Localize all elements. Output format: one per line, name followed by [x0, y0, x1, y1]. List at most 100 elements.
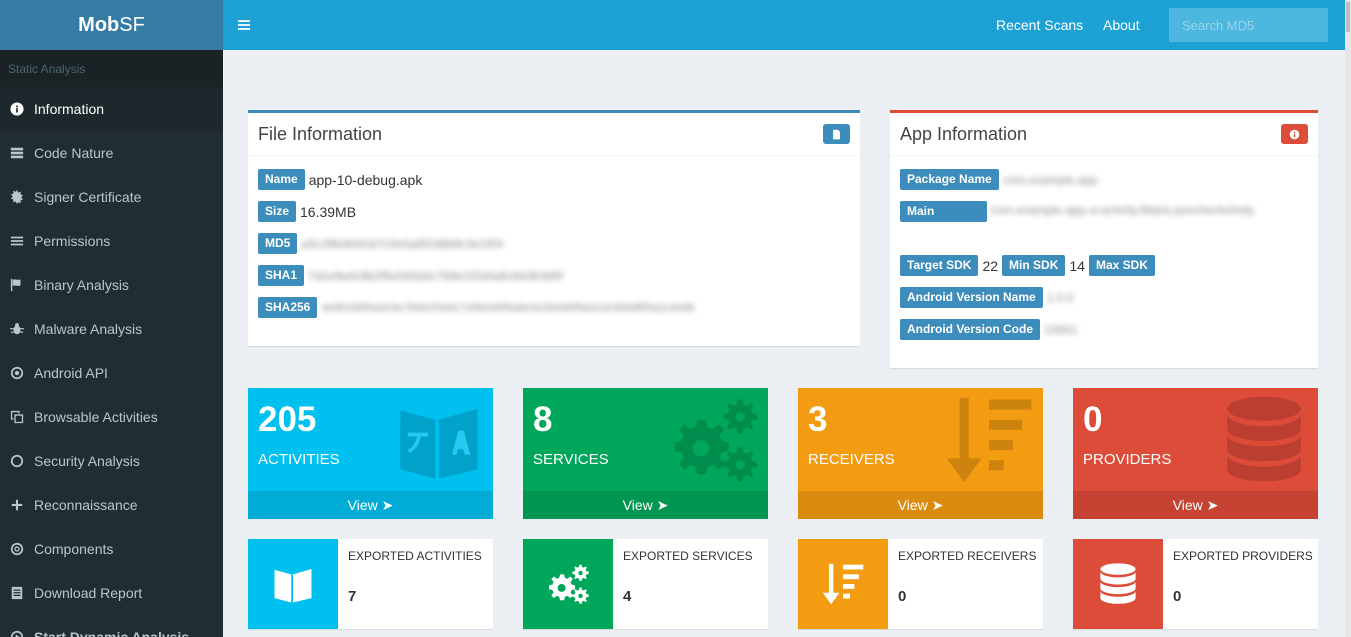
- info-circle-icon: [1289, 129, 1300, 140]
- bug-icon: [10, 322, 34, 336]
- sidebar-section-header: Static Analysis: [0, 50, 223, 87]
- box-title: App Information: [900, 123, 1028, 144]
- sidebar-item-label: Security Analysis: [34, 453, 140, 469]
- sidebar-item-label: Reconnaissance: [34, 497, 138, 513]
- app-logo[interactable]: Mob SF: [0, 0, 223, 50]
- target-sdk-label: Target SDK: [900, 255, 979, 276]
- activities-tile: 205 ACTIVITIES View ➤: [248, 388, 493, 519]
- info-icon: [10, 102, 34, 116]
- md5-row: MD5 a3c2f8e9d41b7c0e5a6f2d8b9c3e1f04: [258, 233, 507, 254]
- arrow-circle-right-icon: ➤: [1206, 497, 1219, 513]
- sidebar-item-reconnaissance[interactable]: Reconnaissance: [0, 483, 223, 527]
- scrollbar-thumb[interactable]: [1346, 2, 1350, 32]
- clone-icon: [10, 410, 34, 424]
- sidebar-item-label: Malware Analysis: [34, 321, 143, 337]
- dot-circle-icon: [10, 366, 34, 380]
- language-icon: [248, 539, 338, 629]
- file-size-value: 16.39MB: [300, 203, 357, 220]
- sdk-row: Target SDK 22 Min SDK 14 Max SDK: [900, 255, 1159, 276]
- exported-services-box: EXPORTED SERVICES 4: [523, 539, 768, 629]
- bullseye-icon: [10, 542, 34, 556]
- arrow-circle-right-icon: ➤: [381, 497, 394, 513]
- sidebar-item-malware-analysis[interactable]: Malware Analysis: [0, 307, 223, 351]
- sidebar-item-security-analysis[interactable]: Security Analysis: [0, 439, 223, 483]
- max-sdk-label: Max SDK: [1088, 255, 1155, 276]
- flag-icon: [10, 278, 34, 292]
- providers-count: 0: [1083, 400, 1103, 439]
- search-md5-input[interactable]: [1169, 8, 1328, 42]
- sidebar-item-label: Permissions: [34, 233, 111, 249]
- certificate-icon: [10, 190, 34, 204]
- exported-services-label: EXPORTED SERVICES: [623, 549, 753, 563]
- sidebar-item-label: Components: [34, 541, 114, 557]
- sidebar-item-label: Signer Certificate: [34, 189, 142, 205]
- package-name-value: com.example.app: [1002, 172, 1098, 187]
- language-icon: [393, 394, 485, 486]
- activities-view-link[interactable]: View ➤: [248, 491, 493, 519]
- sidebar-item-signer-certificate[interactable]: Signer Certificate: [0, 175, 223, 219]
- main-activity-row: Main Activity com.example.app.ui.activity…: [900, 201, 1310, 239]
- sha256-label: SHA256: [258, 297, 318, 318]
- services-count: 8: [533, 400, 553, 439]
- sha256-row: SHA256 4e8b2d6f0a3c5e7b9d1f3a5c7e9b2d4f6a…: [258, 297, 699, 318]
- hamburger-icon: [237, 18, 251, 32]
- sidebar-toggle-button[interactable]: [223, 0, 265, 50]
- exported-receivers-label: EXPORTED RECEIVERS: [898, 549, 1037, 563]
- sidebar-item-label: Code Nature: [34, 145, 114, 161]
- sidebar-item-label: Start Dynamic Analysis: [34, 629, 190, 637]
- receivers-tile: 3 RECEIVERS View ➤: [798, 388, 1043, 519]
- version-name-label: Android Version Name: [900, 287, 1043, 308]
- page-scrollbar[interactable]: [1345, 0, 1351, 637]
- top-navbar: Recent Scans About: [223, 0, 1351, 50]
- sidebar-item-start-dynamic-analysis[interactable]: Start Dynamic Analysis: [0, 615, 223, 637]
- sidebar-item-label: Download Report: [34, 585, 143, 601]
- recent-scans-link[interactable]: Recent Scans: [996, 17, 1083, 33]
- version-name-row: Android Version Name 1.0.0: [900, 287, 1077, 308]
- exported-activities-count: 7: [348, 588, 357, 605]
- sha1-label: SHA1: [258, 265, 305, 286]
- providers-view-link[interactable]: View ➤: [1073, 491, 1318, 519]
- sidebar-item-information[interactable]: Information: [0, 87, 223, 131]
- sidebar-item-components[interactable]: Components: [0, 527, 223, 571]
- md5-value: a3c2f8e9d41b7c0e5a6f2d8b9c3e1f04: [301, 236, 503, 251]
- arrow-circle-right-icon: ➤: [931, 497, 944, 513]
- file-icon: [831, 129, 842, 140]
- version-code-value: 10001: [1044, 322, 1078, 337]
- sort-amount-down-icon: [943, 394, 1035, 486]
- cogs-icon: [668, 394, 760, 486]
- plus-icon: [10, 498, 34, 512]
- file-size-row: Size 16.39MB: [258, 201, 360, 222]
- receivers-count: 3: [808, 400, 828, 439]
- sort-amount-down-icon: [798, 539, 888, 629]
- sha1-row: SHA1 7d1e9a4c8b2f6e0d3a5c7b9e1f2d4a6c8e0b…: [258, 265, 567, 286]
- main-activity-value: com.example.app.ui.activity.MainLauncher…: [990, 203, 1255, 217]
- target-sdk-value: 22: [982, 257, 999, 274]
- activities-label: ACTIVITIES: [258, 451, 340, 468]
- about-link[interactable]: About: [1103, 17, 1140, 33]
- receivers-view-link[interactable]: View ➤: [798, 491, 1043, 519]
- sidebar-item-android-api[interactable]: Android API: [0, 351, 223, 395]
- app-information-box: App Information Package Name com.example.…: [890, 110, 1318, 368]
- app-info-tool-button[interactable]: [1281, 124, 1308, 144]
- file-info-tool-button[interactable]: [823, 124, 850, 144]
- sidebar-item-code-nature[interactable]: Code Nature: [0, 131, 223, 175]
- services-view-link[interactable]: View ➤: [523, 491, 768, 519]
- server-icon: [10, 146, 34, 160]
- box-title: File Information: [258, 123, 383, 144]
- services-tile: 8 SERVICES View ➤: [523, 388, 768, 519]
- name-label: Name: [258, 169, 305, 190]
- sidebar-item-binary-analysis[interactable]: Binary Analysis: [0, 263, 223, 307]
- min-sdk-label: Min SDK: [1002, 255, 1066, 276]
- sidebar-item-download-report[interactable]: Download Report: [0, 571, 223, 615]
- sidebar-item-browsable-activities[interactable]: Browsable Activities: [0, 395, 223, 439]
- exported-services-count: 4: [623, 588, 632, 605]
- sha1-value: 7d1e9a4c8b2f6e0d3a5c7b9e1f2d4a6c8e0b3d5f: [308, 268, 563, 283]
- version-code-row: Android Version Code 10001: [900, 319, 1081, 340]
- sidebar: Mob SF Static Analysis Information Code N…: [0, 0, 223, 637]
- min-sdk-value: 14: [1069, 257, 1085, 274]
- sidebar-item-permissions[interactable]: Permissions: [0, 219, 223, 263]
- exported-activities-label: EXPORTED ACTIVITIES: [348, 549, 482, 563]
- database-icon: [1218, 394, 1310, 486]
- box-header: File Information: [248, 113, 860, 156]
- exported-receivers-box: EXPORTED RECEIVERS 0: [798, 539, 1043, 629]
